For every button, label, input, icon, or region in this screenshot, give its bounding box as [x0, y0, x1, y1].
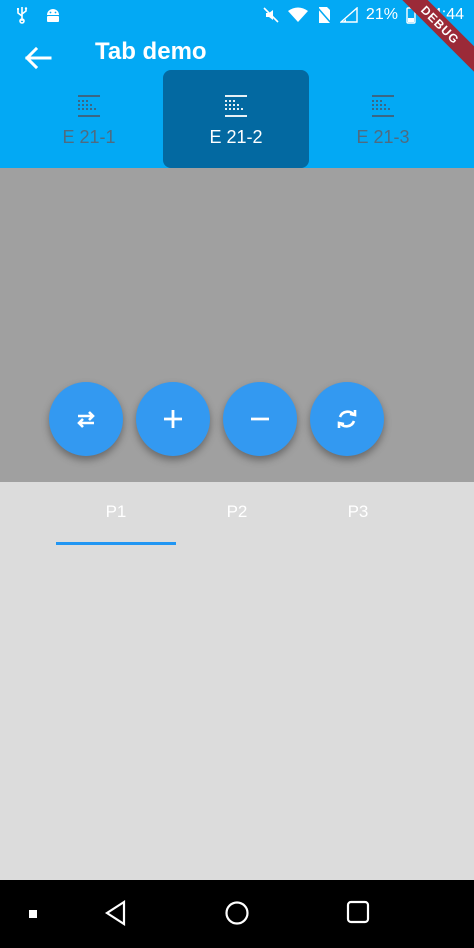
- tab-p3[interactable]: P3: [298, 502, 418, 522]
- wifi-icon: [287, 7, 308, 22]
- page-title: Tab demo: [95, 38, 207, 65]
- status-bar: 21% 14:44: [0, 0, 474, 32]
- recents-nav-icon[interactable]: [346, 900, 370, 924]
- mute-icon: [263, 7, 279, 23]
- system-nav-bar: [0, 880, 474, 948]
- tab-indicator: [56, 542, 176, 545]
- refresh-icon: [337, 410, 357, 428]
- refresh-button[interactable]: [310, 382, 384, 456]
- tab-label: E 21-3: [356, 126, 410, 147]
- tab-label: E 21-1: [62, 126, 116, 147]
- back-nav-icon[interactable]: [104, 900, 128, 926]
- swap-icon: [77, 411, 95, 428]
- minus-icon: [251, 417, 269, 421]
- android-debug-icon: [47, 9, 59, 22]
- app-bar: Tab demo E 21-1 E 21-2 E 21-3: [0, 32, 474, 168]
- plus-icon: [164, 410, 182, 428]
- secondary-tab-bar: P1 P2 P3: [0, 482, 474, 552]
- no-sim-icon: [316, 6, 332, 24]
- signal-icon: [339, 7, 358, 23]
- tab-e21-1[interactable]: E 21-1: [16, 70, 162, 168]
- usb-icon: [17, 7, 28, 24]
- grid-dots-icon: [372, 94, 394, 117]
- tab-e21-2[interactable]: E 21-2: [163, 70, 309, 168]
- home-nav-icon[interactable]: [224, 900, 250, 926]
- tab-p1[interactable]: P1: [56, 502, 176, 522]
- add-button[interactable]: [136, 382, 210, 456]
- tab-p2[interactable]: P2: [177, 502, 297, 522]
- grid-dots-icon: [78, 94, 100, 117]
- tab-label: E 21-2: [209, 126, 263, 147]
- swap-button[interactable]: [49, 382, 123, 456]
- preview-area: [0, 168, 474, 482]
- overview-dot-icon[interactable]: [28, 909, 38, 919]
- tab-e21-3[interactable]: E 21-3: [310, 70, 456, 168]
- grid-dots-icon: [225, 94, 247, 117]
- battery-percent: 21%: [365, 6, 398, 23]
- tab-content: [0, 552, 474, 880]
- top-tab-bar: E 21-1 E 21-2 E 21-3: [16, 70, 458, 168]
- remove-button[interactable]: [223, 382, 297, 456]
